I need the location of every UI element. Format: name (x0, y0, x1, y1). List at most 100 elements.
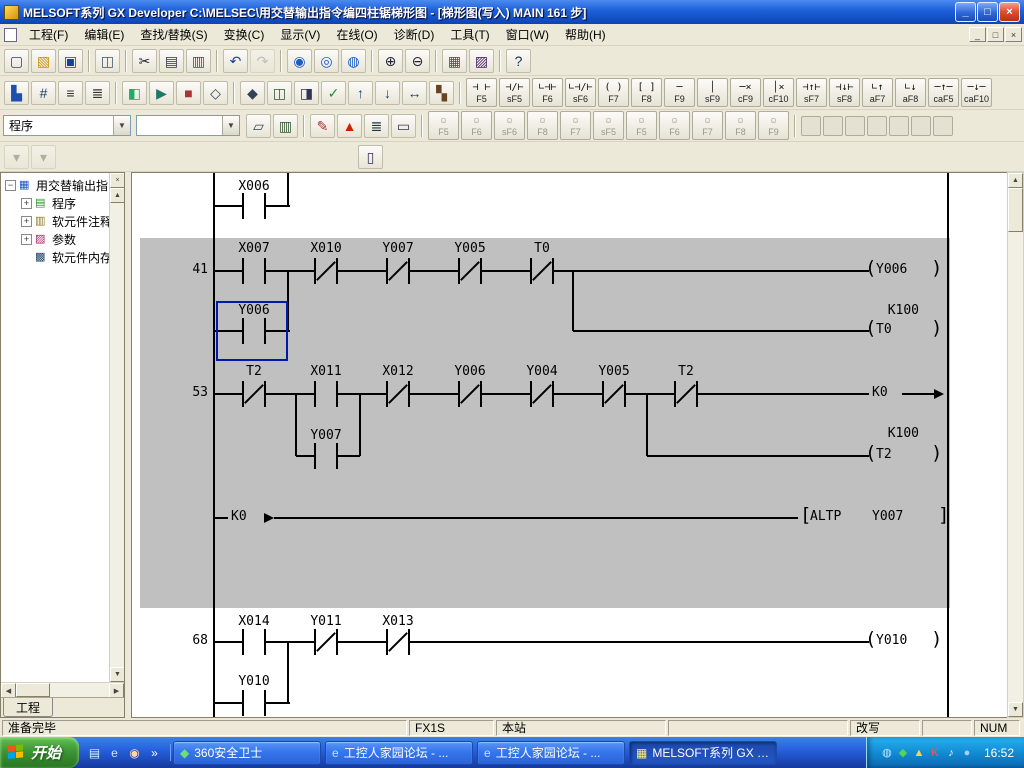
tray-messenger-icon[interactable]: ● (959, 745, 975, 761)
project-data-list-button[interactable]: ▦ (442, 49, 467, 73)
print-button[interactable]: ◫ (95, 49, 120, 73)
zoom-in-button[interactable]: ⊕ (378, 49, 403, 73)
open-branch-button[interactable]: ∟⊣⊢F6 (532, 78, 563, 107)
tree-expand-icon[interactable]: + (21, 198, 32, 209)
tree-item-root[interactable]: −▦用交替输出指 (1, 176, 109, 194)
data-list-button[interactable]: ▥ (273, 114, 298, 138)
tree-item-device-comment[interactable]: +▥软元件注释 (1, 212, 109, 230)
falling-pulse-button[interactable]: ⊣↓⊢sF8 (829, 78, 860, 107)
rising-pulse-branch-button[interactable]: ∟↑aF7 (862, 78, 893, 107)
show-desktop-icon[interactable]: ▤ (86, 744, 103, 761)
contact-X012-nc[interactable] (386, 381, 410, 407)
ladder-scroll-thumb[interactable] (1008, 188, 1023, 232)
comment-edit-button[interactable]: ▱ (246, 114, 271, 138)
contact-T0-nc[interactable] (530, 258, 554, 284)
tree-expand-icon[interactable]: + (21, 216, 32, 227)
tree-scroll-thumb[interactable] (16, 683, 50, 697)
tree-scroll-down-icon[interactable]: ▼ (110, 667, 124, 682)
operation-result-falling-button[interactable]: ─↓─caF10 (961, 78, 992, 107)
mdi-minimize-button[interactable]: _ (969, 27, 986, 42)
open-button[interactable]: ▧ (31, 49, 56, 73)
tree-expand-icon[interactable]: − (5, 180, 16, 191)
plc-verify-button[interactable]: ↔ (402, 81, 427, 105)
horizontal-line-button[interactable]: ─F9 (664, 78, 695, 107)
program-check-button[interactable]: ✓ (321, 81, 346, 105)
coil-button[interactable]: ( )F7 (598, 78, 629, 107)
tray-volume-icon[interactable]: ♪ (943, 745, 959, 761)
tray-update-icon[interactable]: ▲ (911, 745, 927, 761)
project-tab[interactable]: 工程 (3, 698, 53, 717)
rising-pulse-button[interactable]: ⊣↑⊢sF7 (796, 78, 827, 107)
ladder-scroll-down-icon[interactable]: ▼ (1008, 702, 1023, 717)
tree-item-device-memory[interactable]: ▩软元件内存 (1, 248, 109, 266)
mdi-restore-button[interactable]: □ (987, 27, 1004, 42)
ladder-error-check-button[interactable]: ▲ (337, 114, 362, 138)
closed-contact-button[interactable]: ⊣/⊢sF5 (499, 78, 530, 107)
instruction-list-view-button[interactable]: ≣ (364, 114, 389, 138)
ladder-scroll-track[interactable] (1008, 232, 1023, 702)
delete-horizontal-line-button[interactable]: ─×cF9 (730, 78, 761, 107)
ie-quick-icon[interactable]: e (106, 744, 123, 761)
menu-online[interactable]: 在线(O) (328, 23, 385, 46)
mdi-close-button[interactable]: × (1005, 27, 1022, 42)
tree-expand-icon[interactable]: + (21, 234, 32, 245)
contact-Y011-nc[interactable] (314, 629, 338, 655)
copy-button[interactable]: ▤ (159, 49, 184, 73)
zoom-out-button[interactable]: ⊖ (405, 49, 430, 73)
comment-button[interactable]: ▨ (469, 49, 494, 73)
vertical-line-button[interactable]: │sF9 (697, 78, 728, 107)
task-button-1[interactable]: ◆360安全卫士 (173, 741, 321, 765)
quick-launch-overflow[interactable]: » (146, 744, 163, 761)
undo-button[interactable]: ↶ (223, 49, 248, 73)
contact-X006-no[interactable] (242, 193, 266, 219)
contact-X010-nc[interactable] (314, 258, 338, 284)
task-button-3[interactable]: e工控人家园论坛 - ... (477, 741, 625, 765)
tree-scroll-left-icon[interactable]: ◀ (1, 683, 16, 698)
menu-view[interactable]: 显示(V) (272, 23, 328, 46)
menu-convert[interactable]: 变换(C) (216, 23, 273, 46)
menu-help[interactable]: 帮助(H) (557, 23, 614, 46)
dropdown-arrow-icon[interactable]: ▼ (113, 116, 130, 135)
contact-T2-nc[interactable] (674, 381, 698, 407)
menu-diagnostics[interactable]: 诊断(D) (386, 23, 443, 46)
menu-find-replace[interactable]: 查找/替换(S) (132, 23, 215, 46)
monitor-start-button[interactable]: ▶ (149, 81, 174, 105)
contact-Y007-nc[interactable] (386, 258, 410, 284)
contact-Y004-nc[interactable] (530, 381, 554, 407)
contact-X014-no[interactable] (242, 629, 266, 655)
ladder-scroll-up-icon[interactable]: ▲ (1008, 173, 1023, 188)
statement-display-button[interactable]: ≡ (58, 81, 83, 105)
tree-scroll-right-icon[interactable]: ▶ (109, 683, 124, 698)
new-button[interactable]: ▢ (4, 49, 29, 73)
ladder-canvas[interactable]: X00641X007X010Y007Y005T0Y006(Y006)K100(T… (131, 172, 1007, 718)
minimize-button[interactable]: _ (955, 2, 976, 22)
tray-antivirus-icon[interactable]: ◆ (895, 745, 911, 761)
operation-result-rising-button[interactable]: ─↑─caF5 (928, 78, 959, 107)
tree-item-parameter[interactable]: +▨参数 (1, 230, 109, 248)
program-type-dropdown[interactable]: 程序 ▼ (3, 115, 131, 136)
menu-tools[interactable]: 工具(T) (442, 23, 497, 46)
media-quick-icon[interactable]: ◉ (126, 744, 143, 761)
menu-edit[interactable]: 编辑(E) (76, 23, 132, 46)
tree-scroll-track[interactable] (110, 203, 124, 667)
secondary-dropdown[interactable]: ▼ (136, 115, 240, 136)
tree-item-program[interactable]: +▤程序 (1, 194, 109, 212)
tree-scroll-up-icon[interactable]: ▲ (110, 188, 124, 203)
device-batch-button[interactable]: ◍ (341, 49, 366, 73)
restore-button[interactable]: □ (977, 2, 998, 22)
cut-button[interactable]: ✂ (132, 49, 157, 73)
delete-vertical-line-button[interactable]: │×cF10 (763, 78, 794, 107)
contact-Y010-no[interactable] (242, 690, 266, 716)
closed-branch-button[interactable]: ∟⊣/⊢sF6 (565, 78, 596, 107)
note-display-button[interactable]: ≣ (85, 81, 110, 105)
save-button[interactable]: ▣ (58, 49, 83, 73)
device-comment-display-button[interactable]: # (31, 81, 56, 105)
plc-read-button[interactable]: ↓ (375, 81, 400, 105)
read-mode-button[interactable]: ◇ (203, 81, 228, 105)
tray-kingsoft-icon[interactable]: K (927, 745, 943, 761)
menu-project[interactable]: 工程(F) (21, 23, 76, 46)
contact-X013-nc[interactable] (386, 629, 410, 655)
tray-network-icon[interactable]: ◍ (879, 745, 895, 761)
contact-Y007-no[interactable] (314, 443, 338, 469)
circuit-block-select-button[interactable]: ▯ (358, 145, 383, 169)
